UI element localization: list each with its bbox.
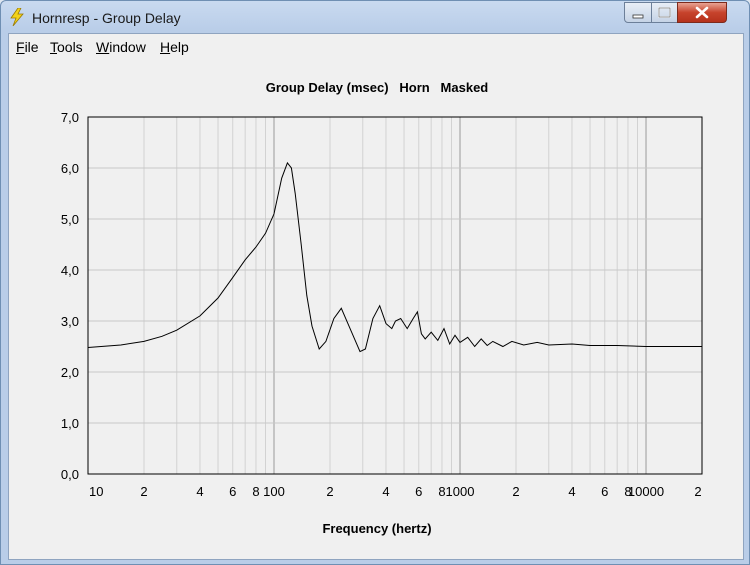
- menu-help[interactable]: Help: [160, 39, 189, 55]
- x-tick-label: 2: [512, 484, 519, 499]
- y-tick-label: 2,0: [61, 365, 79, 380]
- menu-window-rest: indow: [109, 39, 146, 55]
- x-tick-label: 4: [196, 484, 203, 499]
- menu-file-label: F: [16, 39, 25, 55]
- x-tick-label: 10: [89, 484, 103, 499]
- window-title: Hornresp - Group Delay: [32, 10, 181, 26]
- x-tick-label: 6: [229, 484, 236, 499]
- y-tick-label: 0,0: [61, 467, 79, 482]
- menu-tools-rest: ools: [57, 39, 83, 55]
- title-bar[interactable]: Hornresp - Group Delay: [1, 1, 749, 33]
- x-tick-label: 2: [326, 484, 333, 499]
- x-tick-label: 4: [568, 484, 575, 499]
- chart-title: Group Delay (msec) Horn Masked: [266, 80, 489, 95]
- menu-help-rest: elp: [170, 39, 189, 55]
- app-window: Hornresp - Group Delay File Tools Window…: [0, 0, 750, 565]
- close-icon: [678, 3, 726, 22]
- menu-tools-label: T: [50, 39, 57, 55]
- menu-window[interactable]: Window: [96, 39, 146, 55]
- lightning-bolt-icon: [10, 8, 24, 26]
- x-tick-label: 2: [694, 484, 701, 499]
- chart-area: 0,0 1,0 2,0 3,0 4,0 5,0 6,0 7,0 10 2 4 6 8 100 2 4 6 8 10…: [9, 58, 743, 559]
- plot-frame: [87, 116, 703, 475]
- x-tick-label: 2: [140, 484, 147, 499]
- y-tick-label: 4,0: [61, 263, 79, 278]
- close-button[interactable]: [677, 2, 727, 23]
- maximize-icon: [652, 3, 677, 22]
- menu-tools[interactable]: Tools: [50, 39, 83, 55]
- group-delay-chart: 0,01,02,03,04,05,06,07,0 10 2 4 6 8 100 2 4 6 8 10…: [61, 80, 703, 536]
- y-tick-label: 5,0: [61, 212, 79, 227]
- y-tick-label: 1,0: [61, 416, 79, 431]
- series-line: [87, 161, 702, 353]
- x-tick-label: 4: [382, 484, 389, 499]
- y-tick-label: 3,0: [61, 314, 79, 329]
- y-tick-label: 6,0: [61, 161, 79, 176]
- x-tick-label: 6: [415, 484, 422, 499]
- menu-file-rest: ile: [24, 39, 39, 55]
- x-tick-label: 6: [601, 484, 608, 499]
- menu-window-label: W: [96, 39, 110, 55]
- maximize-button[interactable]: [651, 2, 678, 23]
- x-axis-label: Frequency (hertz): [322, 521, 431, 536]
- client-area: File Tools Window Help 0,0 1,0 2,0 3,0 4,0 5,…: [8, 33, 744, 560]
- y-axis-ticks: 0,0 1,0 2,0 3,0 4,0 5,0 6,0 7,0: [61, 110, 79, 482]
- menu-help-label: H: [160, 39, 171, 55]
- menu-file[interactable]: File: [16, 39, 39, 55]
- x-axis-ticks: 10 2 4 6 8 100 2 4 6 8 1000 2 4 6 810000 2: [89, 484, 702, 499]
- minimize-icon: [625, 3, 651, 22]
- x-tick-label: 10000: [628, 484, 664, 499]
- minimize-button[interactable]: [624, 2, 652, 23]
- x-tick-label: 8: [438, 484, 445, 499]
- x-tick-label: 8: [252, 484, 259, 499]
- y-tick-label: 7,0: [61, 110, 79, 125]
- x-tick-label: 1000: [446, 484, 475, 499]
- x-tick-label: 100: [263, 484, 285, 499]
- grid: [88, 117, 702, 474]
- menu-bar: File Tools Window Help: [9, 34, 743, 58]
